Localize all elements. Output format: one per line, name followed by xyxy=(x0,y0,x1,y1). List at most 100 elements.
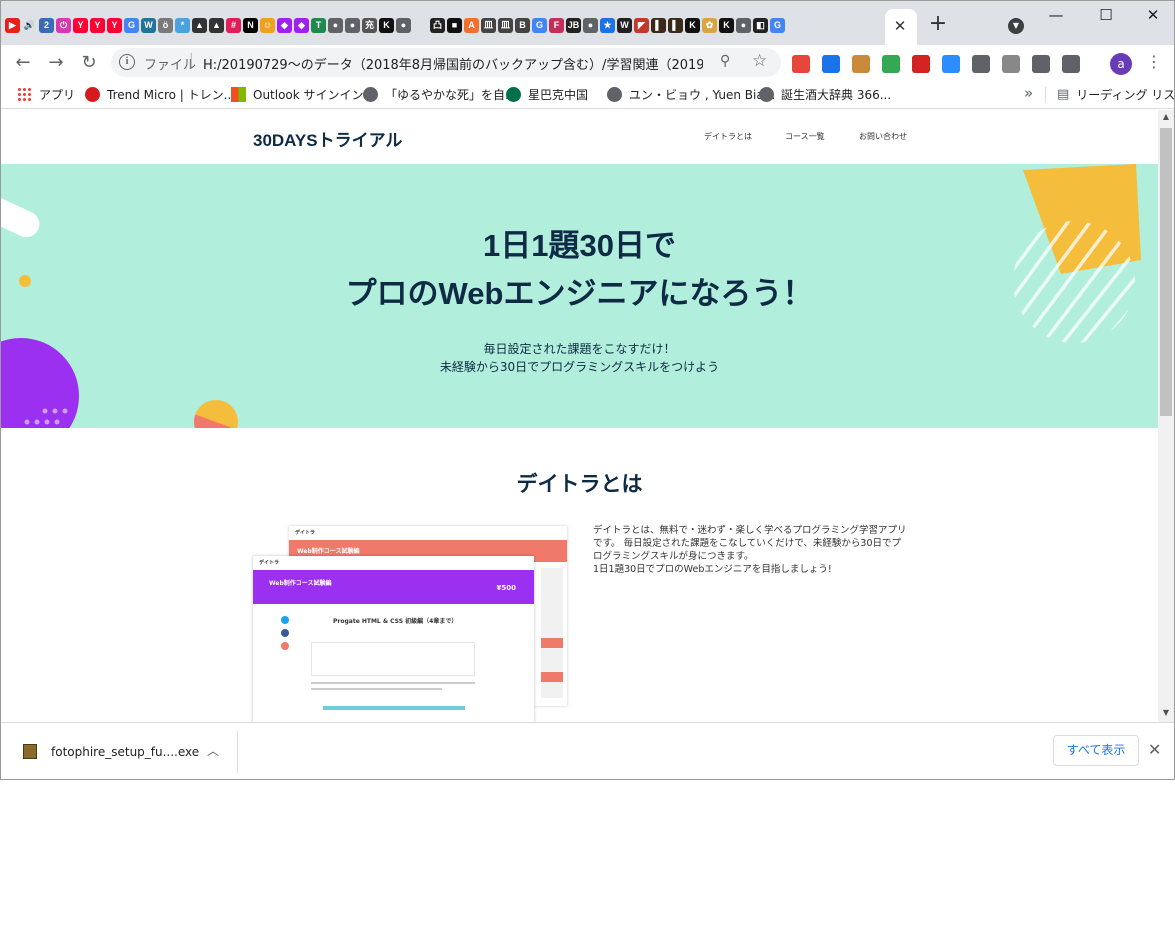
profile-avatar[interactable]: a xyxy=(1110,53,1132,75)
notion-icon[interactable]: N xyxy=(243,17,258,33)
site-info-icon[interactable]: i xyxy=(119,54,135,70)
extension-icon[interactable] xyxy=(852,55,870,73)
image-icon[interactable]: ▲ xyxy=(209,17,224,33)
site-icon[interactable]: F xyxy=(549,17,564,33)
hero-section: 1日1題30日で プロのWebエンジニアになろう！ 毎日設定された課題をこなすだ… xyxy=(1,164,1158,428)
bookmark-item[interactable]: 誕生酒大辞典 366... xyxy=(759,86,891,103)
site-icon[interactable]: ✿ xyxy=(702,17,717,33)
close-download-shelf-icon[interactable]: ✕ xyxy=(1148,740,1161,759)
extension-icon[interactable] xyxy=(822,55,840,73)
nav-link-courses[interactable]: コース一覧 xyxy=(785,131,825,142)
forward-button[interactable]: → xyxy=(44,51,68,75)
site-icon[interactable]: ◤ xyxy=(634,17,649,33)
minimize-button[interactable]: — xyxy=(1046,5,1066,25)
site-icon[interactable]: ☺ xyxy=(260,17,275,33)
yahoo-icon[interactable]: Y xyxy=(107,17,122,33)
back-button[interactable]: ← xyxy=(11,51,35,75)
site-icon[interactable]: A xyxy=(464,17,479,33)
site-icon[interactable]: 凸 xyxy=(430,17,445,33)
youtube-icon[interactable]: ▶ xyxy=(5,17,20,33)
wordpress-icon[interactable]: W xyxy=(141,17,156,33)
google-icon[interactable]: G xyxy=(770,17,785,33)
site-logo[interactable]: 30DAYSトライアル xyxy=(253,126,402,151)
extension-icon[interactable] xyxy=(1062,55,1080,73)
nav-link-contact[interactable]: お問い合わせ xyxy=(859,131,907,142)
audio-icon[interactable]: 🔊 xyxy=(22,18,37,33)
url-text[interactable]: H:/20190729～のデータ（2018年8月帰国前のバックアップ含む）/学習… xyxy=(203,54,703,73)
extension-icon[interactable] xyxy=(912,55,930,73)
tab-close-icon[interactable]: ✕ xyxy=(891,17,909,35)
mockup-lesson-title: Progate HTML & CSS 初級編（4章まで） xyxy=(333,618,458,625)
power-icon[interactable]: ⏻ xyxy=(56,17,71,33)
scroll-up-icon[interactable]: ▲ xyxy=(1161,112,1171,121)
reload-button[interactable]: ↻ xyxy=(77,51,101,75)
extension-icon[interactable] xyxy=(942,55,960,73)
site-icon[interactable]: 皿 xyxy=(498,17,513,33)
nav-link-about[interactable]: デイトラとは xyxy=(704,131,752,142)
scroll-down-icon[interactable]: ▼ xyxy=(1161,708,1171,717)
slack-icon[interactable]: # xyxy=(226,17,241,33)
extension-icon[interactable] xyxy=(1002,55,1020,73)
page-icon[interactable] xyxy=(413,18,428,33)
site-icon[interactable]: ■ xyxy=(447,17,462,33)
page-scrollbar[interactable]: ▲ ▼ xyxy=(1158,110,1174,722)
show-all-downloads-button[interactable]: すべて表示 xyxy=(1053,735,1139,766)
yahoo-icon[interactable]: Y xyxy=(90,17,105,33)
zoom-icon[interactable]: ⚲ xyxy=(720,53,730,69)
bookmarks-overflow-icon[interactable]: » xyxy=(1024,84,1033,102)
google-icon[interactable]: G xyxy=(124,17,139,33)
maximize-button[interactable]: ☐ xyxy=(1096,5,1116,25)
site-icon[interactable]: ◆ xyxy=(294,17,309,33)
google-icon[interactable]: G xyxy=(532,17,547,33)
w-icon[interactable]: W xyxy=(617,17,632,33)
reading-list-icon: ▤ xyxy=(1057,87,1070,102)
globe-icon xyxy=(759,87,774,102)
yahoo-icon[interactable]: Y xyxy=(73,17,88,33)
k-icon[interactable]: K xyxy=(379,17,394,33)
download-shelf: fotophire_setup_fu....exe ︿ すべて表示 ✕ xyxy=(1,722,1174,779)
jb-icon[interactable]: JB xyxy=(566,17,581,33)
globe-icon[interactable]: ● xyxy=(396,17,411,33)
site-icon[interactable]: ▌ xyxy=(668,17,683,33)
site-icon[interactable]: T xyxy=(311,17,326,33)
tab-search-icon[interactable]: ▼ xyxy=(1008,18,1024,34)
site-icon[interactable]: ▌ xyxy=(651,17,666,33)
window-close-button[interactable]: ✕ xyxy=(1143,5,1163,25)
globe-icon[interactable]: ● xyxy=(736,17,751,33)
site-icon[interactable]: 皿 xyxy=(481,17,496,33)
bookmark-item[interactable]: アプリ xyxy=(17,86,75,103)
mockup-text-lines xyxy=(311,682,475,694)
site-icon[interactable]: ö xyxy=(158,17,173,33)
new-tab-button[interactable]: + xyxy=(927,13,949,36)
chevron-up-icon[interactable]: ︿ xyxy=(207,742,219,759)
k-icon[interactable]: K xyxy=(719,17,734,33)
kebab-menu-icon[interactable]: ⋮ xyxy=(1146,52,1162,71)
bookmark-item[interactable]: 星巴克中国 xyxy=(506,86,588,103)
site-icon[interactable]: 2 xyxy=(39,17,54,33)
scroll-thumb[interactable] xyxy=(1160,128,1172,416)
bookmark-item[interactable]: Outlook サインイン xyxy=(231,86,364,103)
site-icon[interactable]: ◆ xyxy=(277,17,292,33)
site-icon[interactable]: 充 xyxy=(362,17,377,33)
download-filename[interactable]: fotophire_setup_fu....exe xyxy=(51,745,199,759)
bookmark-star-icon[interactable]: ☆ xyxy=(752,51,767,71)
bookmark-item[interactable]: ユン・ビョウ , Yuen Bia... xyxy=(607,86,775,103)
address-bar[interactable]: i ファイル | H:/20190729～のデータ（2018年8月帰国前のバック… xyxy=(111,48,781,77)
extension-icon[interactable] xyxy=(792,55,810,73)
bookmark-label: 誕生酒大辞典 366... xyxy=(781,88,892,102)
star-icon[interactable]: ★ xyxy=(600,17,615,33)
reading-list-button[interactable]: ▤ リーディング リスト xyxy=(1057,86,1174,103)
k-icon[interactable]: K xyxy=(685,17,700,33)
bookmark-item[interactable]: 「ゆるやかな死」を自... xyxy=(363,86,516,103)
globe-icon[interactable]: ● xyxy=(583,17,598,33)
extension-icon[interactable] xyxy=(972,55,990,73)
extension-icon[interactable] xyxy=(882,55,900,73)
globe-icon[interactable]: ● xyxy=(328,17,343,33)
bookmark-item[interactable]: Trend Micro | トレン... xyxy=(85,86,235,103)
site-icon[interactable]: ◧ xyxy=(753,17,768,33)
b-icon[interactable]: B xyxy=(515,17,530,33)
globe-icon[interactable]: ● xyxy=(345,17,360,33)
image-icon[interactable]: ▲ xyxy=(192,17,207,33)
extension-icon[interactable] xyxy=(1032,55,1050,73)
site-icon[interactable]: * xyxy=(175,17,190,33)
